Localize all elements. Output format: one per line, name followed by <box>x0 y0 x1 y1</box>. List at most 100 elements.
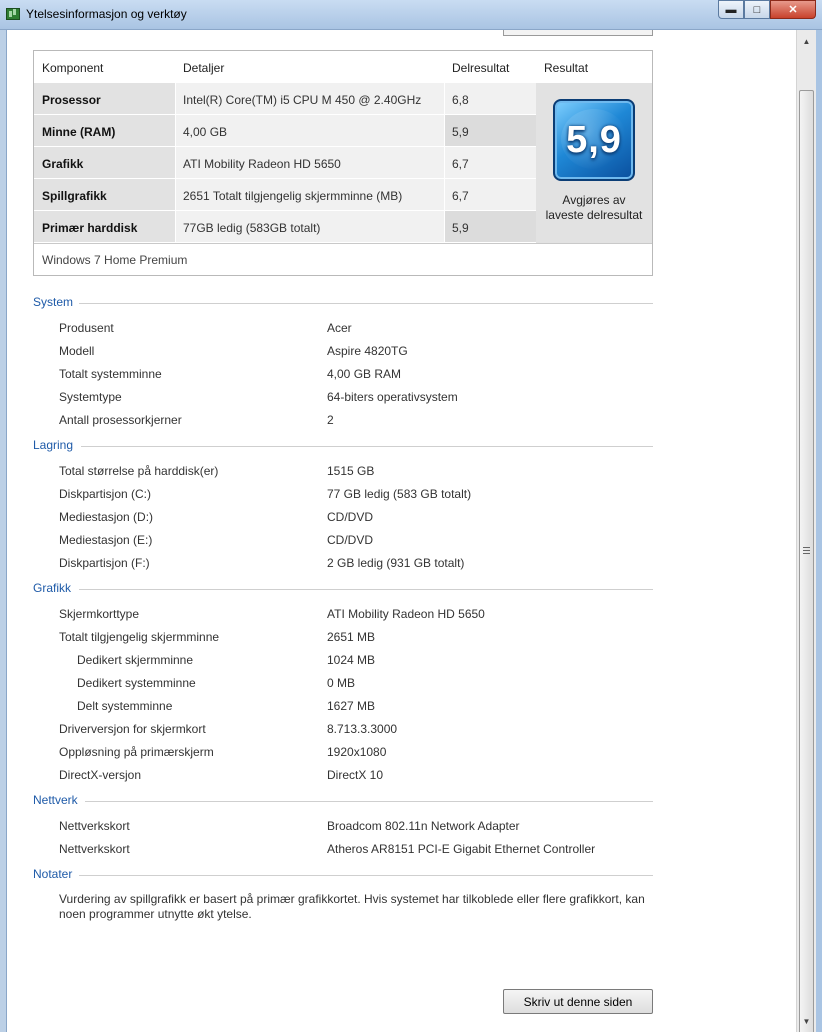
system-label: Modell <box>59 344 95 358</box>
graphics-label: Oppløsning på primærskjerm <box>59 745 214 759</box>
network-label: Nettverkskort <box>59 819 130 833</box>
network-label: Nettverkskort <box>59 842 130 856</box>
component-subscore: 5,9 <box>445 211 536 242</box>
component-details: ATI Mobility Radeon HD 5650 <box>176 147 444 178</box>
storage-value: 2 GB ledig (931 GB totalt) <box>327 556 465 570</box>
storage-label: Total størrelse på harddisk(er) <box>59 464 219 478</box>
notes-text: Vurdering av spillgrafikk er basert på p… <box>59 892 645 921</box>
storage-value: CD/DVD <box>327 510 374 524</box>
score-row-processor: Prosessor Intel(R) Core(TM) i5 CPU M 450… <box>34 83 536 115</box>
section-divider <box>79 303 653 304</box>
graphics-sublabel: Dedikert skjermminne <box>77 653 194 667</box>
component-subscore: 5,9 <box>445 115 536 146</box>
windows-edition: Windows 7 Home Premium <box>42 253 188 267</box>
minimize-icon: ▬ <box>725 3 737 16</box>
header-component: Komponent <box>42 61 104 75</box>
storage-label: Mediestasjon (E:) <box>59 533 153 547</box>
component-name: Prosessor <box>34 83 175 114</box>
system-value: 4,00 GB RAM <box>327 367 402 381</box>
system-label: Totalt systemminne <box>59 367 162 381</box>
base-score-note: Avgjøres av laveste delresultat <box>536 193 652 223</box>
graphics-value: 2651 MB <box>327 630 376 644</box>
component-subscore: 6,7 <box>445 179 536 210</box>
base-score-value: 5,9 <box>566 118 622 161</box>
window-controls: ▬ □ ✕ <box>718 0 816 20</box>
component-name: Spillgrafikk <box>34 179 175 210</box>
storage-label: Diskpartisjon (F:) <box>59 556 150 570</box>
graphics-label: DirectX-versjon <box>59 768 142 782</box>
header-details: Detaljer <box>183 61 225 75</box>
scrollbar-grip-icon <box>803 547 810 554</box>
system-value: Aspire 4820TG <box>327 344 408 358</box>
graphics-value: ATI Mobility Radeon HD 5650 <box>327 607 485 621</box>
print-page-button[interactable]: Skriv ut denne siden <box>503 989 653 1014</box>
window-title: Ytelsesinformasjon og verktøy <box>26 7 187 21</box>
storage-label: Mediestasjon (D:) <box>59 510 154 524</box>
section-title-graphics: Grafikk <box>33 581 72 595</box>
storage-value: CD/DVD <box>327 533 374 547</box>
graphics-value: DirectX 10 <box>327 768 384 782</box>
base-score-badge: 5,9 <box>553 99 635 181</box>
score-row-hard-disk: Primær harddisk 77GB ledig (583GB totalt… <box>34 211 536 243</box>
graphics-label: Driverversjon for skjermkort <box>59 722 206 736</box>
scroll-up-arrow-icon[interactable]: ▲ <box>797 32 816 50</box>
section-divider <box>81 446 653 447</box>
component-details: 4,00 GB <box>176 115 444 146</box>
maximize-button[interactable]: □ <box>744 0 770 19</box>
network-value: Atheros AR8151 PCI-E Gigabit Ethernet Co… <box>327 842 596 856</box>
graphics-sublabel: Dedikert systemminne <box>77 676 196 690</box>
score-table-header: Komponent Detaljer Delresultat Resultat <box>34 51 652 83</box>
minimize-button[interactable]: ▬ <box>718 0 744 19</box>
scroll-down-arrow-icon[interactable]: ▼ <box>797 1012 816 1030</box>
storage-value: 77 GB ledig (583 GB totalt) <box>327 487 472 501</box>
system-value: 64-biters operativsystem <box>327 390 458 404</box>
section-title-storage: Lagring <box>33 438 74 452</box>
system-label: Produsent <box>59 321 114 335</box>
component-details: Intel(R) Core(TM) i5 CPU M 450 @ 2.40GHz <box>176 83 444 114</box>
report-content: Komponent Detaljer Delresultat Resultat … <box>6 30 796 1032</box>
component-subscore: 6,8 <box>445 83 536 114</box>
graphics-label: Skjermkorttype <box>59 607 140 621</box>
component-name: Minne (RAM) <box>34 115 175 146</box>
graphics-value: 0 MB <box>327 676 356 690</box>
section-divider <box>79 589 653 590</box>
divider <box>34 243 652 244</box>
score-row-graphics: Grafikk ATI Mobility Radeon HD 5650 6,7 <box>34 147 536 179</box>
header-subscore: Delresultat <box>452 61 510 75</box>
network-value: Broadcom 802.11n Network Adapter <box>327 819 520 833</box>
graphics-value: 8.713.3.3000 <box>327 722 398 736</box>
component-details: 2651 Totalt tilgjengelig skjermminne (MB… <box>176 179 444 210</box>
graphics-value: 1024 MB <box>327 653 376 667</box>
component-name: Grafikk <box>34 147 175 178</box>
component-subscore: 6,7 <box>445 147 536 178</box>
header-result: Resultat <box>544 61 589 75</box>
close-icon: ✕ <box>788 4 798 16</box>
section-divider <box>79 875 653 876</box>
system-value: Acer <box>327 321 352 335</box>
score-row-gaming-graphics: Spillgrafikk 2651 Totalt tilgjengelig sk… <box>34 179 536 211</box>
storage-value: 1515 GB <box>327 464 375 478</box>
system-label: Antall prosessorkjerner <box>59 413 182 427</box>
base-score-panel: 5,9 Avgjøres av laveste delresultat <box>536 83 652 243</box>
graphics-value: 1627 MB <box>327 699 376 713</box>
system-label: Systemtype <box>59 390 122 404</box>
performance-app-icon <box>6 8 20 20</box>
component-details: 77GB ledig (583GB totalt) <box>176 211 444 242</box>
scrolled-button-edge <box>503 30 653 36</box>
window-titlebar[interactable]: Ytelsesinformasjon og verktøy ▬ □ ✕ <box>0 0 822 30</box>
close-button[interactable]: ✕ <box>770 0 816 19</box>
vertical-scrollbar[interactable]: ▲ ▼ <box>796 30 816 1032</box>
section-title-notes: Notater <box>33 867 73 881</box>
base-score-note-line2: laveste delresultat <box>545 208 643 222</box>
section-title-system: System <box>33 295 74 309</box>
graphics-sublabel: Delt systemminne <box>77 699 173 713</box>
system-value: 2 <box>327 413 334 427</box>
component-name: Primær harddisk <box>34 211 175 242</box>
score-table: Komponent Detaljer Delresultat Resultat … <box>33 50 653 276</box>
section-divider <box>85 801 653 802</box>
scrollbar-thumb[interactable] <box>799 90 814 1032</box>
graphics-value: 1920x1080 <box>327 745 387 759</box>
graphics-label: Totalt tilgjengelig skjermminne <box>59 630 220 644</box>
score-row-memory: Minne (RAM) 4,00 GB 5,9 <box>34 115 536 147</box>
section-title-network: Nettverk <box>33 793 78 807</box>
